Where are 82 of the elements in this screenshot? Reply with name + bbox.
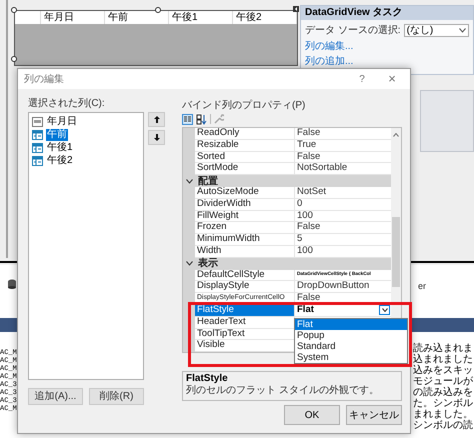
sort-alphabetical-icon[interactable] <box>196 114 207 124</box>
panel-title: DataGridView タスク <box>301 6 473 20</box>
field-label: データ ソースの選択: <box>305 24 401 38</box>
arrow-down-icon <box>154 134 160 141</box>
output-line: シンボルの読 <box>413 420 473 431</box>
task-link[interactable]: 列の追加... <box>301 55 358 68</box>
dropdown-option[interactable]: Standard <box>295 340 407 352</box>
remove-button[interactable]: 削除(R) <box>89 388 144 405</box>
list-item[interactable]: 年月日 <box>46 116 78 128</box>
add-button[interactable]: 追加(A)... <box>28 388 83 405</box>
property-name[interactable]: DividerWidth <box>195 198 295 211</box>
property-name[interactable]: AutoSizeMode <box>195 186 295 199</box>
dialog-title: 列の編集 <box>24 72 65 86</box>
column-header: 午後1 <box>169 11 233 24</box>
column-header: 年月日 <box>41 11 105 24</box>
property-value[interactable]: 5 <box>297 234 302 245</box>
description-title: FlatStyle <box>186 373 229 385</box>
property-name[interactable]: FillWeight <box>195 210 295 222</box>
list-label: 選択された列(C): <box>28 98 106 110</box>
cancel-button[interactable]: キャンセル <box>346 405 402 426</box>
column-icon <box>32 143 43 153</box>
property-name[interactable]: DefaultCellStyle <box>195 270 295 282</box>
list-item[interactable]: 午後2 <box>46 155 74 167</box>
category-label: 表示 <box>198 258 218 270</box>
scrollbar-thumb[interactable] <box>392 217 400 287</box>
chevron-down-icon <box>459 28 466 33</box>
chevron-down-icon <box>382 308 388 312</box>
datasource-dropdown[interactable]: (なし) <box>404 24 469 37</box>
resize-handle[interactable] <box>155 7 161 13</box>
property-value[interactable]: True <box>297 140 316 151</box>
properties-label: バインド列のプロパティ(P) <box>182 100 306 112</box>
output-line: まれました。 <box>413 409 473 420</box>
column-icon <box>32 130 43 140</box>
close-button[interactable]: × <box>380 69 404 89</box>
property-name[interactable]: HeaderText <box>195 316 295 329</box>
task-link[interactable]: 列の編集... <box>301 40 358 53</box>
move-up-button[interactable] <box>148 112 165 127</box>
property-name[interactable]: Sorted <box>195 152 295 164</box>
dropdown-option[interactable]: Popup <box>295 330 407 341</box>
list-item[interactable]: 午後1 <box>46 142 74 154</box>
property-name[interactable]: ToolTipText <box>195 328 295 340</box>
ok-button[interactable]: OK <box>284 405 340 426</box>
property-name[interactable]: FlatStyle <box>195 304 295 317</box>
wrench-icon <box>214 114 224 124</box>
status-text: er <box>418 281 426 291</box>
arrow-up-icon <box>154 116 160 123</box>
list-item[interactable]: 午前 <box>46 129 68 141</box>
resize-handle[interactable] <box>11 7 17 13</box>
resize-handle[interactable] <box>11 56 17 62</box>
output-line: の読み込みを <box>413 387 473 398</box>
property-value[interactable]: 100 <box>297 246 313 257</box>
output-line: モジュールが <box>413 376 473 387</box>
property-name[interactable]: MinimumWidth <box>195 234 295 246</box>
category-label: 配置 <box>198 176 218 187</box>
dropdown-option[interactable]: System <box>295 352 407 363</box>
property-name[interactable]: Frozen <box>195 222 295 234</box>
output-line: た。シンボル <box>413 398 473 409</box>
output-line: 読み込まれま <box>413 343 473 354</box>
chevron-icon[interactable] <box>186 178 193 184</box>
output-line: 込みをスキッ <box>413 365 473 376</box>
dropdown-option[interactable]: Flat <box>295 318 407 330</box>
property-name[interactable]: SortMode <box>195 163 295 176</box>
scroll-up-icon[interactable] <box>393 133 399 137</box>
column-icon <box>32 156 43 166</box>
chevron-icon[interactable] <box>186 261 193 266</box>
dropdown-button[interactable] <box>379 305 390 316</box>
property-value[interactable]: Flat <box>297 304 314 316</box>
textbox-icon <box>32 117 43 127</box>
move-down-button[interactable] <box>148 130 165 145</box>
property-name[interactable]: Resizable <box>195 140 295 152</box>
property-name[interactable]: Width <box>195 246 295 258</box>
property-value[interactable]: 0 <box>297 198 302 210</box>
property-name[interactable]: Visible <box>195 340 295 352</box>
database-icon <box>7 279 17 289</box>
property-name[interactable]: DisplayStyle <box>195 281 295 294</box>
categorized-icon[interactable] <box>182 114 193 124</box>
description-text: 列のセルのフラット スタイルの外観です。 <box>186 385 380 398</box>
help-button[interactable]: ? <box>352 72 372 86</box>
property-name[interactable]: ReadOnly <box>195 128 295 140</box>
property-value[interactable]: 100 <box>297 210 313 222</box>
collapse-arrow-icon[interactable] <box>293 6 299 12</box>
output-line: 込まれました <box>413 354 473 365</box>
